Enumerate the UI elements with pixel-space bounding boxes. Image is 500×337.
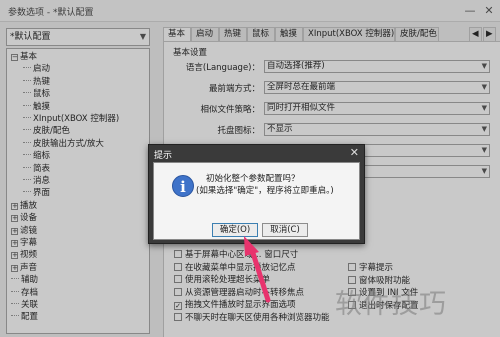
cancel-button[interactable]: 取消(C) bbox=[262, 223, 308, 237]
dialog-close-icon[interactable]: ✕ bbox=[350, 146, 359, 159]
ok-button[interactable]: 确定(O) bbox=[212, 223, 258, 237]
dialog-title: 提示 bbox=[154, 151, 173, 161]
confirm-dialog: 提示 ✕ i 初始化整个参数配置吗？ (如果选择"确定"，程序将立即重启。) 确… bbox=[148, 144, 365, 244]
watermark-text: 软件技巧 bbox=[335, 289, 447, 320]
info-icon: i bbox=[172, 175, 194, 197]
dialog-message-line2: (如果选择"确定"，程序将立即重启。) bbox=[196, 186, 334, 196]
dialog-body: i 初始化整个参数配置吗？ (如果选择"确定"，程序将立即重启。) 确定(O) … bbox=[153, 162, 360, 240]
dialog-message-line1: 初始化整个参数配置吗？ bbox=[206, 174, 300, 184]
